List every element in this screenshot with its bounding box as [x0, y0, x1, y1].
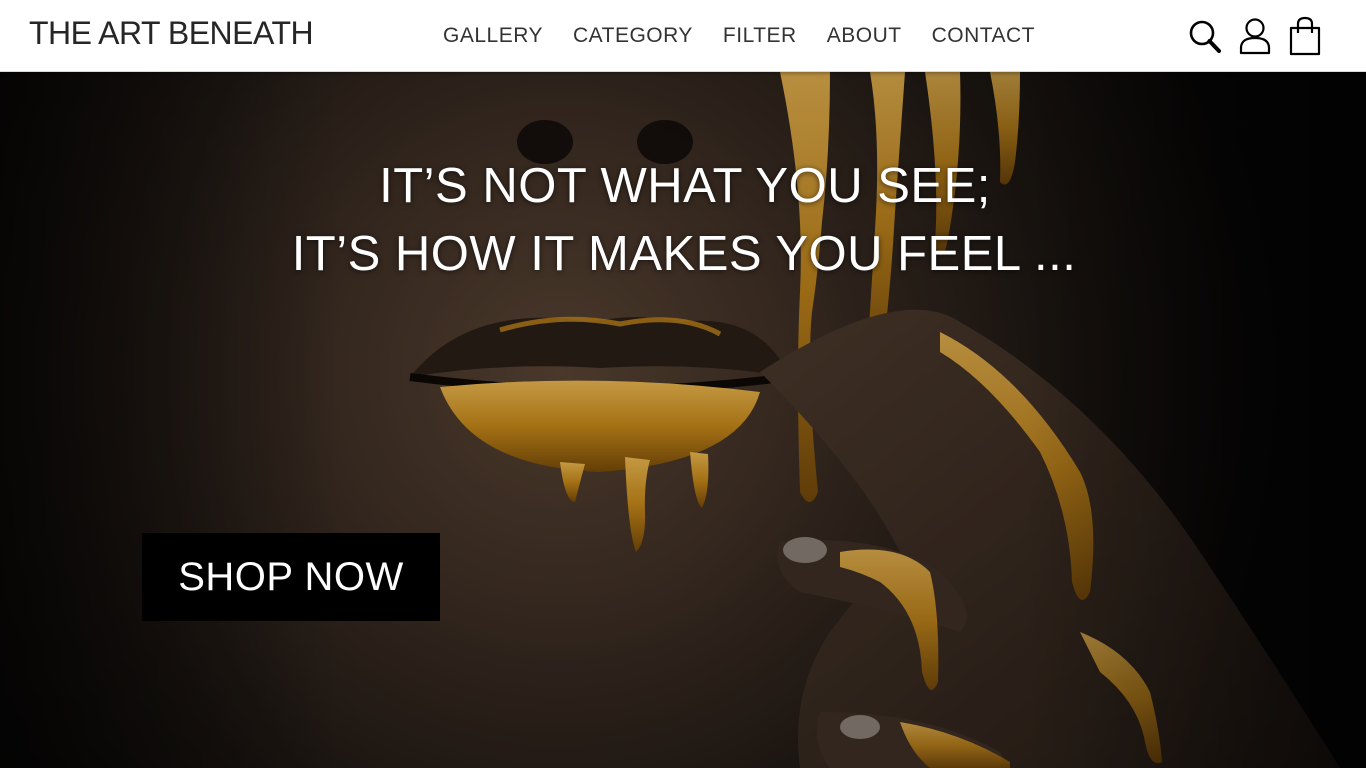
user-icon[interactable] [1235, 14, 1275, 58]
nav-category[interactable]: CATEGORY [573, 24, 693, 48]
top-navbar: THE ART BENEATH GALLERY CATEGORY FILTER … [0, 0, 1366, 72]
hero-headline-line-1: IT’S NOT WHAT YOU SEE; [379, 159, 991, 213]
nav-icon-group [1185, 14, 1325, 58]
nav-gallery[interactable]: GALLERY [443, 24, 543, 48]
nav-contact[interactable]: CONTACT [932, 24, 1035, 48]
hero-banner: IT’S NOT WHAT YOU SEE; IT’S HOW IT MAKES… [0, 72, 1366, 768]
main-nav: GALLERY CATEGORY FILTER ABOUT CONTACT [443, 24, 1035, 48]
search-icon[interactable] [1185, 14, 1225, 58]
hero-headline-line-2: IT’S HOW IT MAKES YOU FEEL ... [291, 227, 1077, 281]
nav-about[interactable]: ABOUT [827, 24, 902, 48]
brand-logo[interactable]: THE ART BENEATH [29, 15, 314, 52]
shopping-bag-icon[interactable] [1285, 14, 1325, 58]
shop-now-button[interactable]: SHOP NOW [142, 533, 440, 621]
nav-filter[interactable]: FILTER [723, 24, 797, 48]
